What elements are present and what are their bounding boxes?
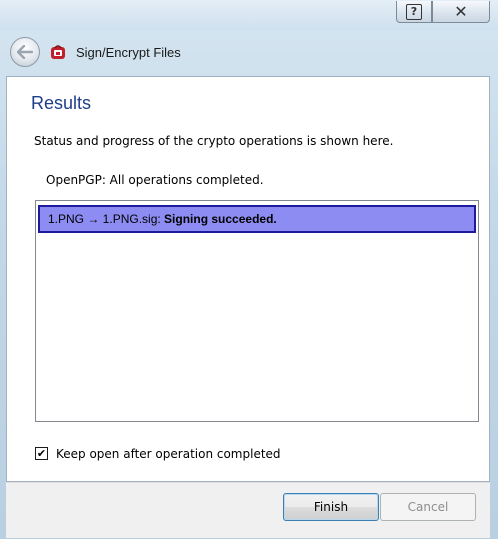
- operation-text: 1.PNG → 1.PNG.sig:: [48, 212, 165, 226]
- wizard-nav-bar: Sign/Encrypt Files: [0, 30, 498, 76]
- button-bar: Finish Cancel: [6, 482, 490, 538]
- results-page: Results Status and progress of the crypt…: [6, 76, 490, 482]
- close-icon: ✕: [454, 1, 468, 21]
- openpgp-status: OpenPGP: All operations completed.: [46, 173, 264, 187]
- question-mark-icon: ?: [406, 3, 422, 20]
- keep-open-label[interactable]: Keep open after operation completed: [56, 447, 281, 461]
- checkmark-icon: ✔: [36, 447, 47, 460]
- back-arrow-icon: [17, 45, 33, 59]
- window-title: Sign/Encrypt Files: [76, 45, 181, 60]
- dialog-window: ? ✕ Sign/Encrypt Files Results Status an…: [0, 0, 498, 539]
- help-button[interactable]: ?: [396, 1, 432, 23]
- list-item[interactable]: 1.PNG → 1.PNG.sig: Signing succeeded.: [38, 205, 476, 233]
- kleopatra-icon: [51, 45, 65, 59]
- close-button[interactable]: ✕: [432, 1, 490, 23]
- page-title: Results: [31, 93, 92, 113]
- cancel-button: Cancel: [380, 493, 476, 521]
- back-button[interactable]: [10, 37, 40, 67]
- operation-result: Signing succeeded.: [164, 212, 277, 226]
- results-list[interactable]: 1.PNG → 1.PNG.sig: Signing succeeded.: [35, 200, 479, 422]
- status-description: Status and progress of the crypto operat…: [34, 134, 394, 148]
- keep-open-checkbox[interactable]: ✔: [35, 447, 48, 460]
- finish-button[interactable]: Finish: [283, 493, 379, 521]
